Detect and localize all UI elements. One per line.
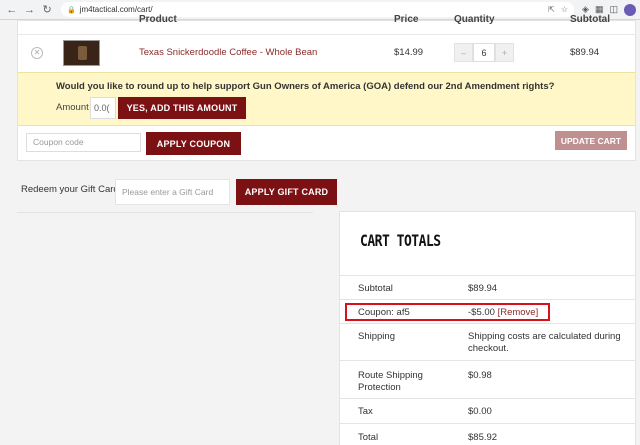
product-name-link[interactable]: Texas Snickerdoodle Coffee - Whole Bean bbox=[139, 47, 317, 58]
header-subtotal: Subtotal bbox=[570, 14, 610, 25]
roundup-question: Would you like to round up to help suppo… bbox=[56, 81, 555, 92]
lock-icon: 🔒 bbox=[66, 6, 76, 14]
quantity-increase-button[interactable]: + bbox=[495, 43, 514, 62]
table-header: Product Price Quantity Subtotal bbox=[18, 14, 635, 32]
totals-value: $89.94 bbox=[468, 283, 498, 294]
gift-card-label: Redeem your Gift Card bbox=[21, 184, 119, 195]
totals-row-route: Route Shipping Protection $0.98 bbox=[340, 360, 635, 398]
divider bbox=[17, 212, 313, 213]
gift-card-input[interactable]: Please enter a Gift Card bbox=[115, 179, 230, 205]
totals-row-shipping: Shipping Shipping costs are calculated d… bbox=[340, 323, 635, 360]
roundup-banner: Would you like to round up to help suppo… bbox=[18, 72, 635, 126]
totals-label: Tax bbox=[358, 406, 373, 417]
totals-row-tax: Tax $0.00 bbox=[340, 398, 635, 423]
quantity-input[interactable]: 6 bbox=[473, 43, 495, 62]
totals-label: Total bbox=[358, 432, 379, 443]
apply-coupon-button[interactable]: APPLY COUPON bbox=[146, 132, 241, 155]
totals-value: $0.98 bbox=[468, 370, 492, 381]
totals-label: Shipping bbox=[358, 331, 395, 342]
apply-gift-card-button[interactable]: APPLY GIFT CARD bbox=[236, 179, 337, 205]
table-row: ✕ Texas Snickerdoodle Coffee - Whole Bea… bbox=[18, 34, 635, 70]
product-thumbnail[interactable] bbox=[63, 40, 100, 66]
quantity-stepper: – 6 + bbox=[454, 43, 516, 62]
product-price: $14.99 bbox=[394, 47, 424, 58]
totals-value: Shipping costs are calculated during che… bbox=[468, 331, 621, 354]
header-quantity: Quantity bbox=[454, 14, 495, 25]
header-price: Price bbox=[394, 14, 419, 25]
totals-value: $0.00 bbox=[468, 406, 492, 417]
amount-input[interactable]: 0.0( bbox=[90, 97, 116, 119]
remove-item-icon[interactable]: ✕ bbox=[31, 47, 43, 59]
header-product: Product bbox=[139, 14, 177, 25]
coupon-highlight-box bbox=[345, 303, 550, 321]
totals-row-total: Total $85.92 bbox=[340, 423, 635, 445]
totals-label: Route Shipping Protection bbox=[358, 370, 423, 393]
url-text: jm4tactical.com/cart/ bbox=[79, 5, 153, 14]
quantity-decrease-button[interactable]: – bbox=[454, 43, 473, 62]
update-cart-button[interactable]: UPDATE CART bbox=[555, 131, 627, 150]
totals-row-subtotal: Subtotal $89.94 bbox=[340, 275, 635, 299]
coupon-code-input[interactable]: Coupon code bbox=[26, 133, 141, 152]
share-icon[interactable]: ⇱ bbox=[548, 5, 555, 14]
cart-totals: CART TOTALS Subtotal $89.94 Coupon: af5 … bbox=[339, 211, 636, 445]
cart-table: Product Price Quantity Subtotal ✕ Texas … bbox=[17, 14, 636, 161]
add-amount-button[interactable]: YES, ADD THIS AMOUNT bbox=[118, 97, 246, 119]
bookmark-star-icon[interactable]: ☆ bbox=[561, 5, 568, 14]
totals-value: $85.92 bbox=[468, 432, 498, 443]
cart-page: Product Price Quantity Subtotal ✕ Texas … bbox=[0, 14, 640, 445]
cart-totals-title: CART TOTALS bbox=[360, 232, 441, 251]
totals-label: Subtotal bbox=[358, 283, 393, 294]
amount-label: Amount bbox=[56, 102, 89, 113]
item-subtotal: $89.94 bbox=[570, 47, 600, 58]
